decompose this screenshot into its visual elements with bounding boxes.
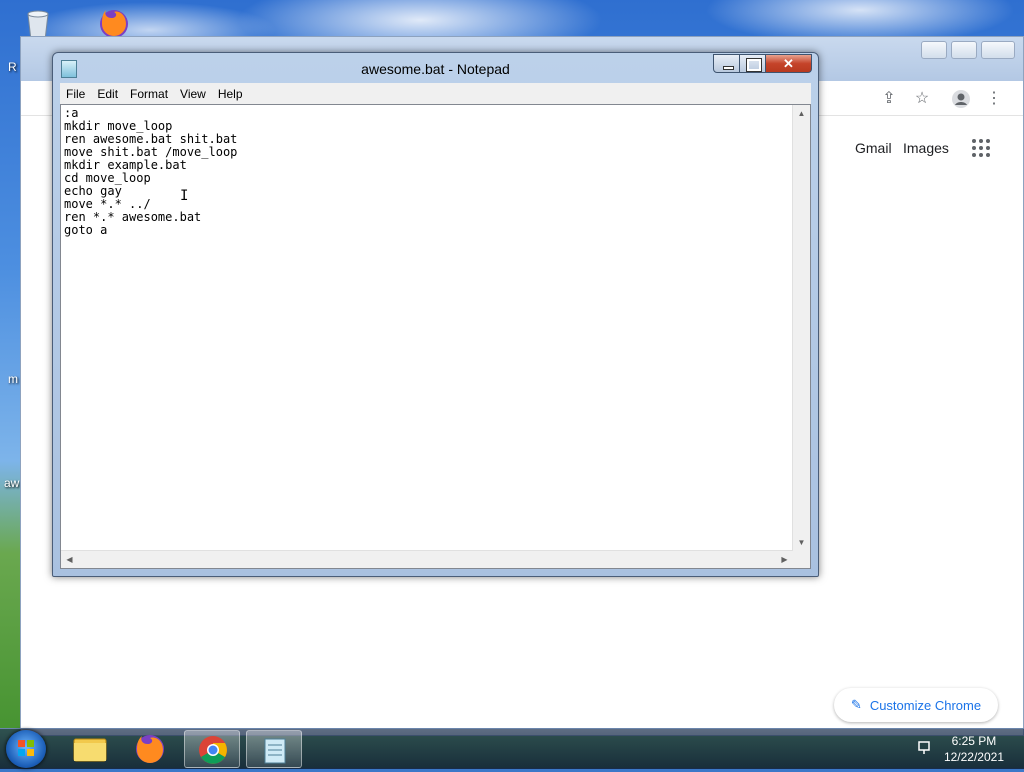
menu-file[interactable]: File — [60, 87, 91, 101]
customize-chrome-label: Customize Chrome — [869, 697, 982, 713]
taskbar-chrome[interactable] — [184, 730, 240, 768]
desktop-label-3: aw — [4, 476, 20, 490]
folder-icon — [73, 738, 107, 762]
desktop-label-2: m — [8, 372, 18, 386]
notepad-titlebar[interactable]: awesome.bat - Notepad ✕ — [53, 53, 818, 83]
menu-view[interactable]: View — [174, 87, 212, 101]
maximize-icon — [746, 58, 762, 72]
google-apps-icon[interactable] — [972, 139, 990, 157]
system-clock[interactable]: 6:25 PM 12/22/2021 — [944, 733, 1004, 765]
close-icon: ✕ — [783, 56, 794, 71]
scroll-left-icon[interactable]: ◀ — [61, 551, 78, 568]
chrome-close-button[interactable] — [981, 41, 1015, 59]
scroll-right-icon[interactable]: ▶ — [776, 551, 793, 568]
vertical-scrollbar[interactable]: ▲ ▼ — [792, 105, 810, 551]
notepad-minimize-button[interactable] — [713, 54, 740, 73]
scroll-down-icon[interactable]: ▼ — [793, 534, 810, 551]
notepad-maximize-button[interactable] — [740, 54, 766, 73]
minimize-icon — [723, 66, 734, 70]
chrome-icon — [199, 736, 227, 764]
start-button[interactable] — [6, 730, 46, 768]
firefox-desktop-icon[interactable] — [96, 4, 132, 40]
firefox-icon — [136, 735, 164, 763]
taskbar-firefox[interactable] — [122, 730, 178, 768]
clock-date: 12/22/2021 — [943, 750, 1004, 764]
taskbar-notepad[interactable] — [246, 730, 302, 768]
text-cursor-icon: I — [180, 188, 189, 204]
customize-chrome-button[interactable]: ✎ Customize Chrome — [834, 688, 998, 722]
taskbar: 6:25 PM 12/22/2021 — [0, 728, 1024, 769]
notepad-title: awesome.bat - Notepad — [361, 61, 510, 77]
menu-help[interactable]: Help — [212, 87, 249, 101]
profile-icon[interactable] — [951, 89, 971, 109]
clock-time: 6:25 PM — [951, 734, 997, 748]
chrome-maximize-button[interactable] — [951, 41, 977, 59]
network-icon[interactable] — [916, 740, 934, 756]
notepad-icon — [264, 738, 286, 764]
menu-edit[interactable]: Edit — [91, 87, 124, 101]
share-icon[interactable]: ⇪ — [879, 89, 899, 109]
scrollbar-corner — [793, 551, 810, 568]
pencil-icon: ✎ — [850, 697, 862, 712]
notepad-window: awesome.bat - Notepad ✕ File Edit Format… — [52, 52, 819, 577]
bookmark-star-icon[interactable]: ☆ — [912, 89, 932, 109]
images-link[interactable]: Images — [903, 140, 949, 156]
gmail-link[interactable]: Gmail — [855, 140, 892, 156]
scroll-up-icon[interactable]: ▲ — [793, 105, 810, 122]
chrome-minimize-button[interactable] — [921, 41, 947, 59]
desktop-label-1: R — [8, 60, 17, 74]
notepad-content[interactable]: :a mkdir move_loop ren awesome.bat shit.… — [64, 107, 790, 548]
notepad-menubar: File Edit Format View Help — [60, 83, 811, 104]
notepad-text-area[interactable]: :a mkdir move_loop ren awesome.bat shit.… — [60, 104, 811, 569]
horizontal-scrollbar[interactable]: ◀ ▶ — [61, 550, 793, 568]
menu-format[interactable]: Format — [124, 87, 174, 101]
chrome-menu-icon[interactable]: ⋮ — [984, 89, 1004, 109]
notepad-close-button[interactable]: ✕ — [766, 54, 812, 73]
windows-logo-icon — [18, 740, 34, 756]
taskbar-explorer[interactable] — [62, 730, 118, 768]
